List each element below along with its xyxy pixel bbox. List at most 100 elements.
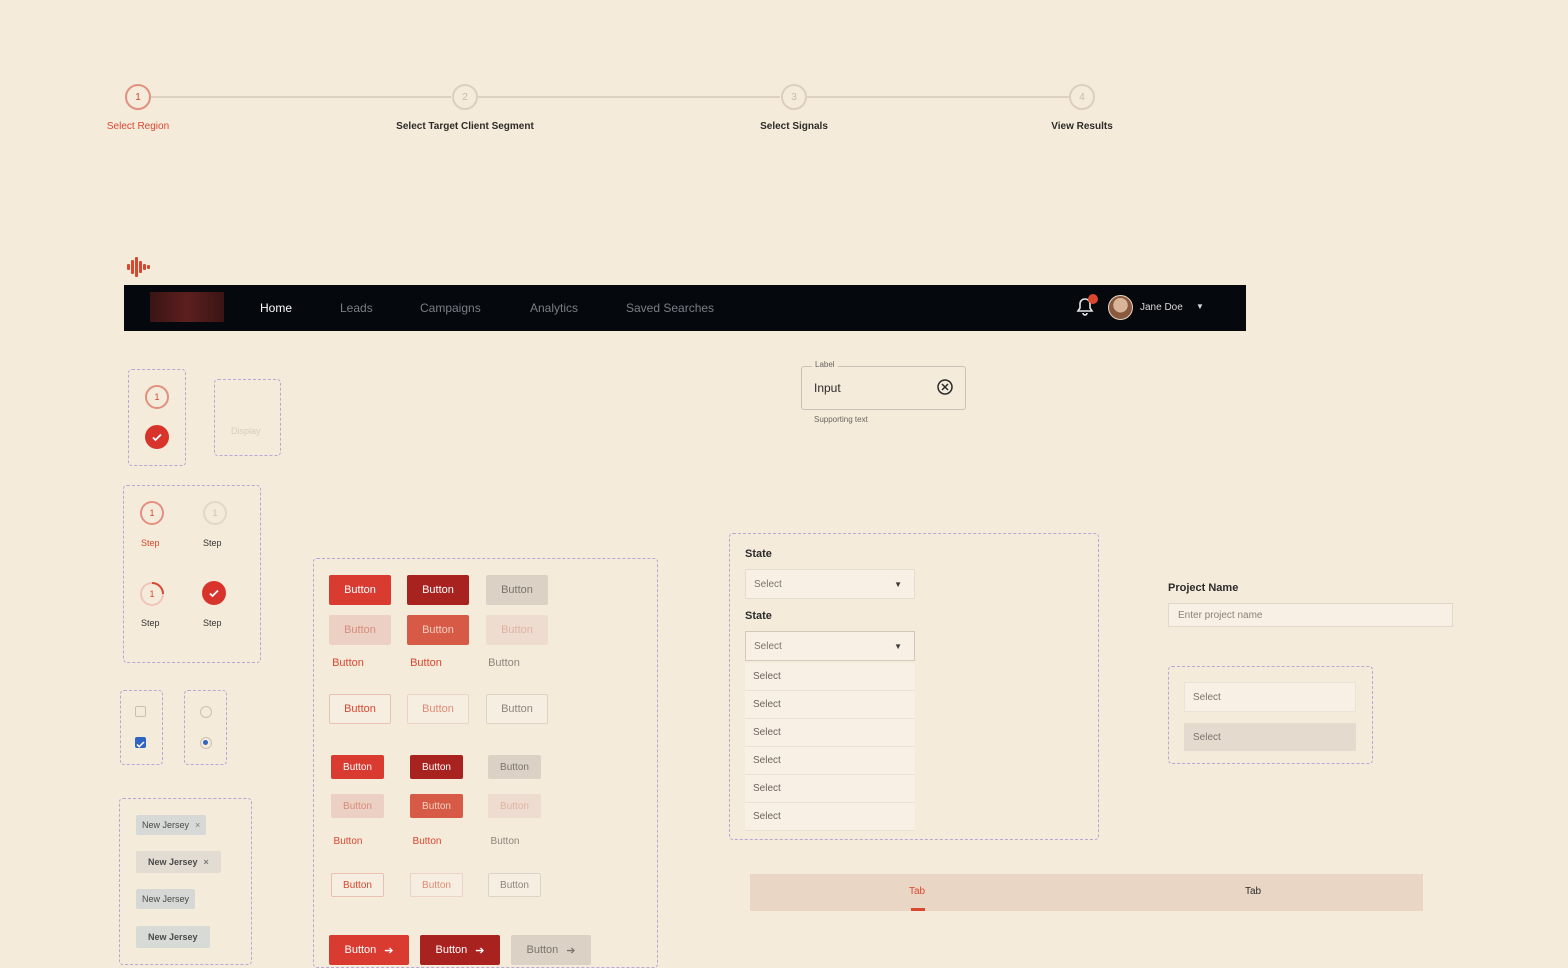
small-outline-button[interactable]: Button — [331, 873, 384, 897]
text-field-label: Label — [812, 360, 838, 369]
select-item-label: Select — [1193, 731, 1221, 743]
display-placeholder: Display — [214, 379, 281, 456]
step-number: 2 — [462, 91, 468, 103]
state-select[interactable]: Select ▼ — [745, 569, 915, 599]
outline-button-disabled[interactable]: Button — [486, 694, 548, 724]
tab-second[interactable]: Tab — [1245, 886, 1261, 897]
project-name-label: Project Name — [1168, 582, 1239, 594]
primary-button-disabled[interactable]: Button — [486, 575, 548, 605]
checkbox-variants — [120, 690, 163, 765]
checkbox-checked[interactable] — [135, 737, 146, 748]
select-item-hover[interactable]: Select — [1184, 723, 1356, 751]
check-icon[interactable] — [202, 581, 226, 605]
nav-home[interactable]: Home — [260, 301, 292, 315]
secondary-button[interactable]: Button — [329, 615, 391, 645]
step-complete-label: Step — [203, 618, 222, 628]
nav-campaigns[interactable]: Campaigns — [420, 301, 481, 315]
small-text-button[interactable]: Button — [331, 829, 365, 853]
chip[interactable]: New Jersey — [136, 889, 196, 909]
step-number: 1 — [212, 508, 218, 518]
chevron-down-icon[interactable]: ▼ — [1196, 302, 1204, 311]
small-text-button-pressed[interactable]: Button — [410, 829, 444, 853]
icon-button-disabled[interactable]: Button ➔ — [511, 935, 591, 965]
small-primary-button-disabled[interactable]: Button — [488, 755, 541, 779]
select-item-default[interactable]: Select — [1184, 682, 1356, 712]
top-navbar: Home Leads Campaigns Analytics Saved Sea… — [124, 285, 1246, 331]
outline-button-pressed[interactable]: Button — [407, 694, 469, 724]
nav-saved-searches[interactable]: Saved Searches — [626, 301, 714, 315]
secondary-button-disabled[interactable]: Button — [486, 615, 548, 645]
step-1-label: Select Region — [106, 121, 170, 132]
arrow-right-icon: ➔ — [384, 944, 394, 957]
text-button-disabled[interactable]: Button — [485, 648, 523, 678]
step-number-circle: 1 — [145, 385, 169, 409]
icon-button[interactable]: Button ➔ — [329, 935, 409, 965]
chip-label: New Jersey — [148, 932, 198, 942]
step-2-label: Select Target Client Segment — [396, 121, 534, 132]
checkbox-unchecked[interactable] — [135, 706, 146, 717]
logo-icon — [127, 257, 150, 277]
tab-first[interactable]: Tab — [909, 886, 925, 897]
small-primary-button[interactable]: Button — [331, 755, 384, 779]
icon-button-pressed[interactable]: Button ➔ — [420, 935, 500, 965]
text-button[interactable]: Button — [329, 648, 367, 678]
chip[interactable]: New Jersey × — [136, 815, 207, 835]
arrow-right-icon: ➔ — [475, 944, 485, 957]
nav-leads[interactable]: Leads — [340, 301, 373, 315]
small-secondary-button-disabled[interactable]: Button — [488, 794, 541, 818]
small-outline-button-pressed[interactable]: Button — [410, 873, 463, 897]
outline-button[interactable]: Button — [329, 694, 391, 724]
step-4-indicator[interactable]: 4 — [1069, 84, 1095, 110]
avatar[interactable] — [1108, 295, 1133, 320]
small-text-button-disabled[interactable]: Button — [488, 829, 522, 853]
project-name-input[interactable]: Enter project name — [1168, 603, 1453, 627]
chip-label: New Jersey — [148, 857, 198, 867]
select-option[interactable]: Select — [745, 803, 915, 831]
step-number: 1 — [149, 508, 155, 518]
notification-badge — [1088, 294, 1098, 304]
text-button-pressed[interactable]: Button — [407, 648, 445, 678]
text-field-supporting-text: Supporting text — [814, 415, 868, 424]
caret-down-icon: ▼ — [894, 579, 902, 589]
step-3-indicator[interactable]: 3 — [781, 84, 807, 110]
primary-button[interactable]: Button — [329, 575, 391, 605]
radio-unselected[interactable] — [200, 706, 212, 718]
select-option[interactable]: Select — [745, 663, 915, 691]
chip-label: New Jersey — [142, 820, 190, 830]
radio-variants — [184, 690, 227, 765]
step-3-label: Select Signals — [760, 121, 828, 132]
primary-button-pressed[interactable]: Button — [407, 575, 469, 605]
small-secondary-button[interactable]: Button — [331, 794, 384, 818]
nav-analytics[interactable]: Analytics — [530, 301, 578, 315]
step-2-indicator[interactable]: 2 — [452, 84, 478, 110]
step-connector — [807, 96, 1069, 98]
secondary-button-pressed[interactable]: Button — [407, 615, 469, 645]
select-option[interactable]: Select — [745, 775, 915, 803]
state-select-open[interactable]: Select ▼ — [745, 631, 915, 661]
select-option[interactable]: Select — [745, 719, 915, 747]
chip[interactable]: New Jersey — [136, 926, 210, 948]
small-secondary-button-pressed[interactable]: Button — [410, 794, 463, 818]
radio-selected[interactable] — [200, 737, 212, 749]
select-option[interactable]: Select — [745, 691, 915, 719]
arrow-right-icon: ➔ — [566, 944, 576, 957]
step-1-indicator[interactable]: 1 — [125, 84, 151, 110]
close-icon[interactable]: × — [195, 820, 200, 830]
small-outline-button-disabled[interactable]: Button — [488, 873, 541, 897]
text-field-value[interactable]: Input — [814, 381, 841, 395]
select-option[interactable]: Select — [745, 747, 915, 775]
clear-icon[interactable] — [936, 378, 954, 396]
step-connector — [151, 96, 451, 98]
step-progress-circle[interactable]: 1 — [140, 582, 164, 606]
brand-logo[interactable] — [150, 292, 224, 322]
close-icon[interactable]: × — [204, 857, 209, 867]
select-item-label: Select — [1193, 691, 1221, 703]
user-name[interactable]: Jane Doe — [1140, 302, 1183, 313]
step-active-circle[interactable]: 1 — [140, 501, 164, 525]
small-primary-button-pressed[interactable]: Button — [410, 755, 463, 779]
display-text: Display — [231, 426, 261, 436]
chip[interactable]: New Jersey × — [136, 851, 221, 873]
step-inactive-circle[interactable]: 1 — [203, 501, 227, 525]
step-4-label: View Results — [1051, 121, 1113, 132]
step-progress-label: Step — [141, 618, 160, 628]
